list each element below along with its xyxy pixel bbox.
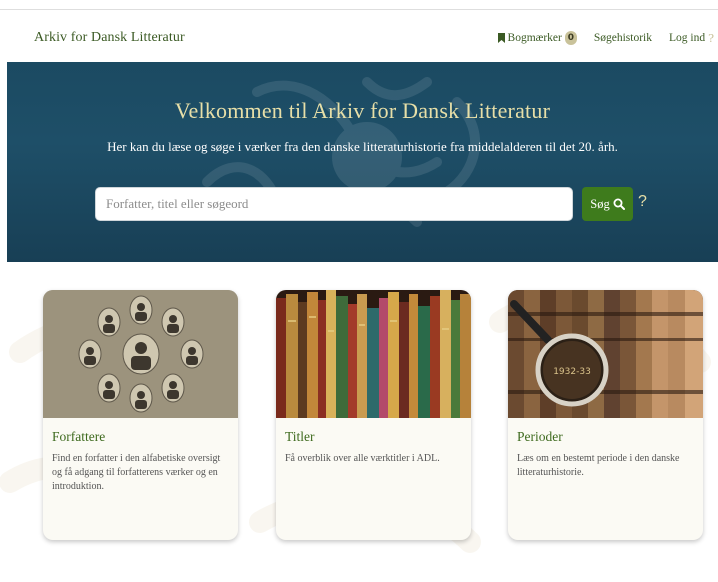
- card-titles[interactable]: Titler Få overblik over alle værktitler …: [276, 290, 471, 540]
- authors-portraits-image: [43, 290, 238, 418]
- search-button-label: Søg: [590, 196, 610, 211]
- search-help-icon[interactable]: ?: [638, 193, 647, 211]
- search-input[interactable]: [95, 187, 573, 221]
- hero-lion-watermark: [202, 77, 480, 227]
- card-authors[interactable]: Forfattere Find en forfatter i den alfab…: [43, 290, 238, 540]
- nav-links: Bogmærker 0 Søgehistorik Log ind ?: [481, 29, 718, 47]
- periods-magnifier-image: 1932-33: [508, 290, 703, 418]
- navbar: Arkiv for Dansk Litteratur Bogmærker 0 S…: [0, 10, 718, 62]
- bookmarks-label: Bogmærker: [507, 32, 562, 44]
- search-button[interactable]: Søg: [582, 187, 633, 221]
- login-help-icon[interactable]: ?: [708, 32, 714, 45]
- card-titles-description: Få overblik over alle værktitler i ADL.: [285, 453, 440, 464]
- magnified-year-text: 1932-33: [553, 367, 591, 377]
- card-authors-description: Find en forfatter i den alfabetiske over…: [52, 453, 221, 492]
- search-icon: [613, 198, 625, 210]
- bookmarks-count-badge: 0: [564, 31, 577, 45]
- login-link[interactable]: Log ind: [669, 32, 705, 44]
- card-authors-title[interactable]: Forfattere: [52, 429, 105, 445]
- search-history-link[interactable]: Søgehistorik: [594, 32, 652, 44]
- card-periods-description: Læs om en bestemt periode i den danske l…: [517, 453, 680, 478]
- hero-banner: Velkommen til Arkiv for Dansk Litteratur…: [7, 62, 718, 262]
- card-periods[interactable]: 1932-33 Perioder Læs om en bestemt perio…: [508, 290, 703, 540]
- hero-title: Velkommen til Arkiv for Dansk Litteratur: [174, 98, 551, 123]
- card-titles-title[interactable]: Titler: [285, 429, 315, 445]
- brand-link[interactable]: Arkiv for Dansk Litteratur: [34, 30, 185, 46]
- bookmarks-link[interactable]: Bogmærker 0: [497, 31, 577, 45]
- bookmark-icon: [497, 33, 505, 43]
- card-periods-title[interactable]: Perioder: [517, 429, 563, 445]
- books-shelf-image: [276, 290, 471, 418]
- hero-subtitle: Her kan du læse og søge i værker fra den…: [107, 139, 618, 154]
